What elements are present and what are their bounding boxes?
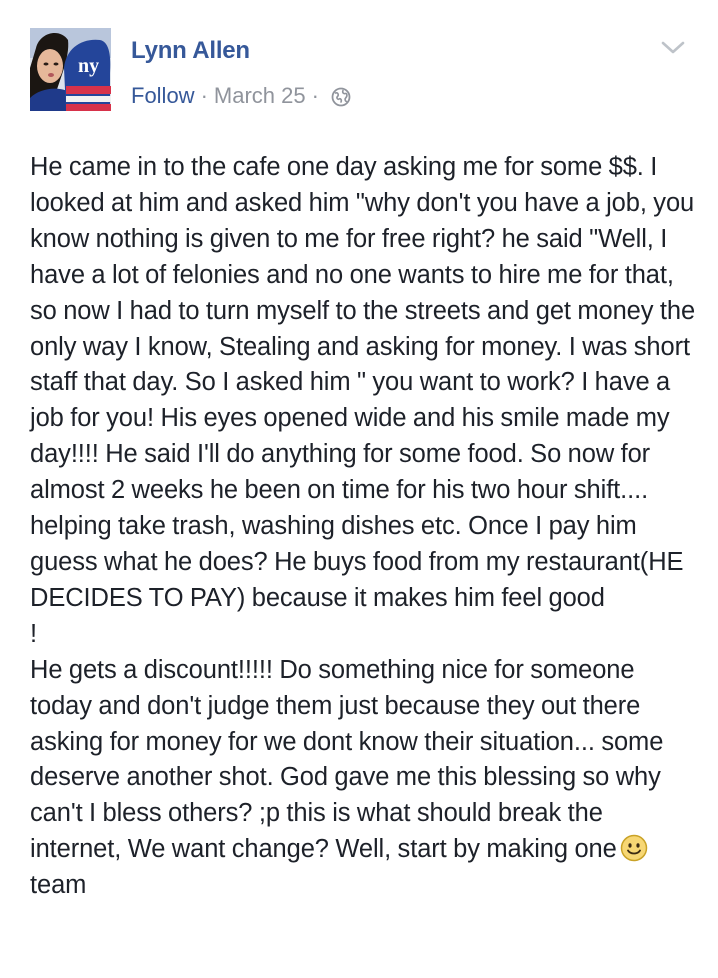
post-body: He came in to the cafe one day asking me… <box>30 150 698 904</box>
smiley-emoji-icon <box>620 834 648 862</box>
avatar[interactable]: ny <box>30 28 111 111</box>
post-header: ny Lynn Allen Follow · March 25 · <box>30 28 690 114</box>
post-meta: Follow · March 25 · <box>131 83 351 109</box>
svg-text:ny: ny <box>78 55 99 77</box>
follow-link[interactable]: Follow <box>131 83 195 109</box>
meta-separator: · <box>200 83 208 108</box>
globe-icon[interactable] <box>331 87 351 107</box>
post-body-text: He came in to the cafe one day asking me… <box>30 153 696 864</box>
meta-separator: · <box>311 83 319 108</box>
chevron-down-icon[interactable] <box>660 40 686 56</box>
avatar-image: ny <box>30 28 111 111</box>
post-date[interactable]: March 25 <box>214 83 306 109</box>
post-body-tail: team <box>30 871 87 900</box>
author-name[interactable]: Lynn Allen <box>131 37 250 65</box>
